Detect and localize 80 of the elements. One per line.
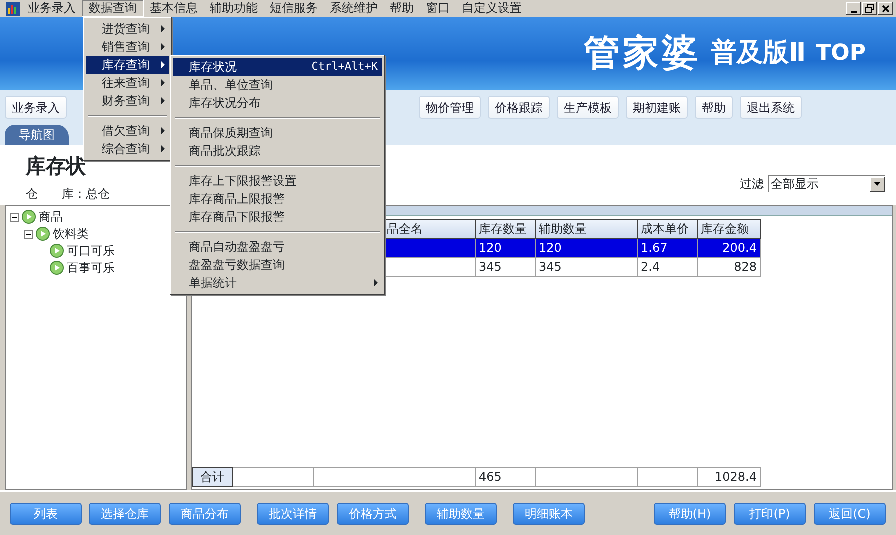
menu-item[interactable]: 商品批次跟踪	[173, 142, 382, 160]
play-circle-icon	[50, 260, 64, 274]
edition-suffix: TOP	[816, 40, 866, 68]
filter-label: 过滤	[740, 176, 764, 193]
caret-icon[interactable]	[870, 176, 885, 192]
shortcut-text: Ctrl+Alt+K	[312, 58, 378, 75]
toolbar-button[interactable]: 期初建账	[626, 96, 688, 119]
column-header[interactable]: 库存金额	[698, 220, 760, 238]
table-cell: 120	[536, 238, 638, 258]
menu-item[interactable]: 短信服务	[264, 0, 324, 17]
table-cell: 1.67	[638, 238, 698, 258]
warehouse-label: 仓 库：	[26, 187, 86, 201]
app-icon[interactable]	[6, 2, 20, 16]
menu-item[interactable]: 窗口	[420, 0, 456, 17]
menu-item[interactable]: 库存上下限报警设置	[173, 172, 382, 190]
menu-item[interactable]: 商品保质期查询	[173, 124, 382, 142]
menu-item[interactable]: 辅助功能	[204, 0, 264, 17]
submenu-arrow-icon	[161, 127, 165, 135]
toolbar-button[interactable]: 业务录入	[5, 96, 67, 119]
submenu-arrow-icon	[374, 279, 378, 287]
menu-item[interactable]: 库存查询	[86, 56, 169, 74]
menu-item[interactable]: 库存商品上限报警	[173, 190, 382, 208]
menu-item[interactable]: 盘盈盘亏数据查询	[173, 256, 382, 274]
play-circle-icon	[22, 210, 36, 224]
total-label: 合计	[192, 468, 232, 486]
total-cell: 465	[476, 468, 536, 486]
tree-item[interactable]: 可口可乐	[67, 242, 115, 260]
toolbar-button[interactable]: 物价管理	[419, 96, 481, 119]
filter-value: 全部显示	[771, 176, 819, 193]
table-cell: 828	[698, 258, 760, 276]
menu-item[interactable]: 系统维护	[324, 0, 384, 17]
warehouse-value: 总仓	[86, 187, 110, 201]
menu-item[interactable]: 基本信息	[144, 0, 204, 17]
menu-item[interactable]: 借欠查询	[86, 122, 169, 140]
filter-dropdown[interactable]: 全部显示	[768, 175, 886, 193]
menu-item[interactable]: 数据查询	[82, 0, 144, 17]
submenu-arrow-icon	[161, 25, 165, 33]
column-header[interactable]: 库存数量	[476, 220, 536, 238]
menu-item[interactable]: 库存状况 Ctrl+Alt+K	[173, 58, 382, 76]
menu-item[interactable]: 商品自动盘盈盘亏	[173, 238, 382, 256]
submenu-arrow-icon	[161, 79, 165, 87]
menu-item[interactable]: 单据统计	[173, 274, 382, 292]
menu-item[interactable]: 综合查询	[86, 140, 169, 158]
close-icon[interactable]	[878, 2, 893, 15]
menu-item[interactable]: 自定义设置	[456, 0, 528, 17]
menu-item[interactable]: 库存状况分布	[173, 94, 382, 112]
nav-tab[interactable]: 导航图	[5, 125, 69, 145]
menu-item[interactable]: 单品、单位查询	[173, 76, 382, 94]
brand-logo-text: 管家婆	[584, 32, 702, 76]
edition-text: 普及版Ⅱ	[711, 37, 806, 70]
restore-icon[interactable]	[862, 2, 877, 15]
table-cell: 345	[536, 258, 638, 276]
toolbar-button[interactable]: 退出系统	[740, 96, 802, 119]
table-cell: 200.4	[698, 238, 760, 258]
tree-item[interactable]: 商品	[39, 208, 63, 226]
table-cell: 2.4	[638, 258, 698, 276]
toolbar-button[interactable]: 价格跟踪	[488, 96, 550, 119]
menu-item[interactable]: 往来查询	[86, 74, 169, 92]
tree-item[interactable]: 百事可乐	[67, 258, 115, 276]
toolbar-button[interactable]: 帮助	[695, 96, 733, 119]
report-title: 库存状	[26, 153, 87, 180]
play-circle-icon	[50, 244, 64, 258]
play-circle-icon	[36, 226, 50, 240]
menu-item[interactable]: 销售查询	[86, 38, 169, 56]
submenu-arrow-icon	[161, 97, 165, 105]
submenu-arrow-icon	[161, 61, 165, 69]
tree-item[interactable]: 饮料类	[53, 224, 89, 242]
table-cell: 345	[476, 258, 536, 276]
total-cell: 1028.4	[698, 468, 760, 486]
submenu-arrow-icon	[161, 145, 165, 153]
column-header[interactable]: 辅助数量	[536, 220, 638, 238]
minimize-icon[interactable]	[846, 2, 861, 15]
table-cell: 120	[476, 238, 536, 258]
column-header[interactable]: 成本单价	[638, 220, 698, 238]
menu-item[interactable]: 业务录入	[22, 0, 82, 17]
menu-item[interactable]: 财务查询	[86, 92, 169, 110]
toolbar-button[interactable]: 生产模板	[557, 96, 619, 119]
submenu-arrow-icon	[161, 43, 165, 51]
menu-item[interactable]: 帮助	[384, 0, 420, 17]
menu-item[interactable]: 进货查询	[86, 20, 169, 38]
